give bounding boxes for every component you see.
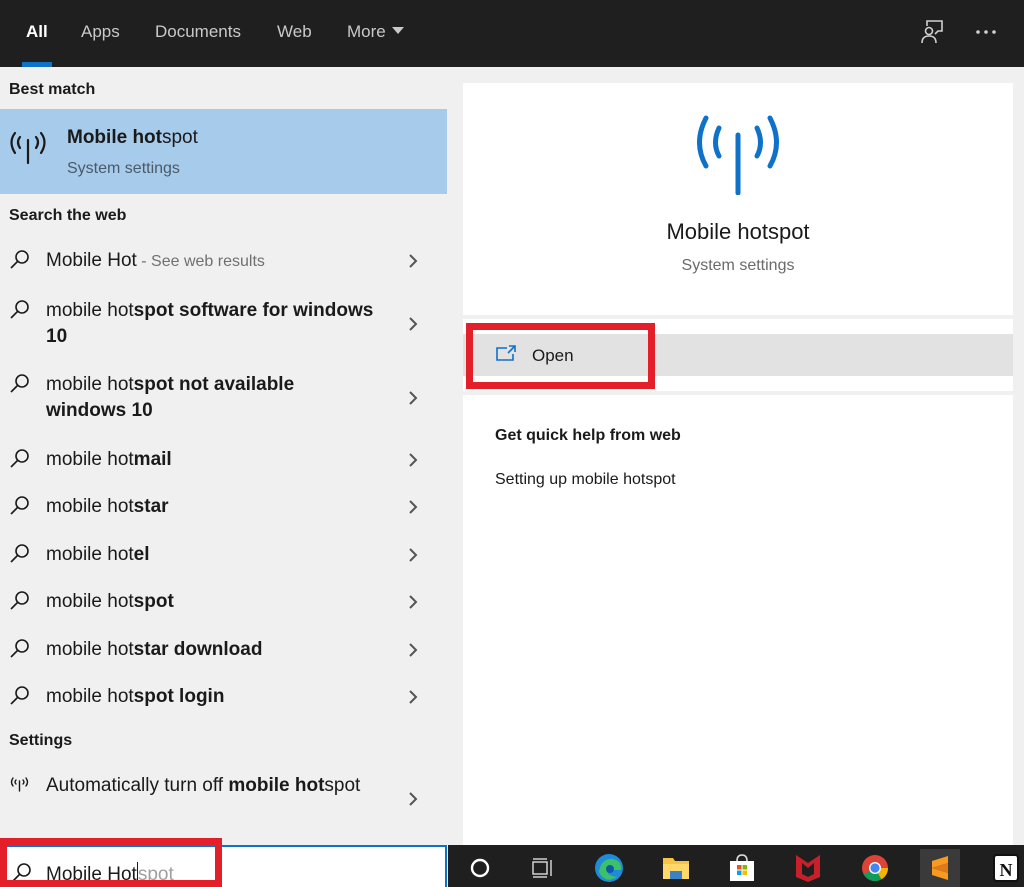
- web-result-item[interactable]: mobile hotstar download: [0, 637, 447, 667]
- web-result-item[interactable]: mobile hotspot: [0, 589, 447, 619]
- chevron-right-icon: [406, 497, 420, 517]
- settings-heading: Settings: [9, 732, 73, 749]
- feedback-icon[interactable]: [917, 18, 947, 48]
- preview-subtitle: System settings: [681, 257, 795, 274]
- chevron-right-icon: [406, 388, 420, 408]
- quick-help-section: Get quick help from web Setting up mobil…: [463, 395, 1013, 845]
- web-result-label: mobile hotspot not available windows 10: [46, 374, 295, 421]
- web-result-item[interactable]: mobile hotstar: [0, 494, 447, 524]
- web-result-label: mobile hotstar: [46, 496, 169, 517]
- web-result-item[interactable]: mobile hotspot not available windows 10: [0, 372, 447, 428]
- tab-label: Web: [277, 22, 312, 41]
- edge-icon[interactable]: [589, 849, 629, 887]
- chevron-right-icon: [406, 545, 420, 565]
- web-result-item[interactable]: Mobile Hot - See web results: [0, 248, 447, 278]
- search-icon: [10, 861, 34, 885]
- search-query: Mobile Hotspot: [46, 862, 174, 885]
- web-result-item[interactable]: mobile hotmail: [0, 447, 447, 477]
- open-external-icon: [495, 344, 517, 367]
- preview-title: Mobile hotspot: [666, 219, 810, 244]
- help-link[interactable]: Setting up mobile hotspot: [495, 471, 676, 489]
- settings-result-label: Automatically turn off mobile hotspot: [46, 775, 361, 796]
- chrome-icon[interactable]: [855, 849, 895, 887]
- settings-result-item[interactable]: Automatically turn off mobile hotspot: [0, 773, 447, 829]
- task-view-icon[interactable]: [522, 849, 562, 887]
- hotspot-icon: [6, 127, 50, 172]
- web-result-label: mobile hotspot login: [46, 686, 225, 707]
- hotspot-large-icon: [693, 113, 783, 200]
- tab-web[interactable]: Web: [277, 0, 312, 67]
- web-result-item[interactable]: mobile hotel: [0, 542, 447, 572]
- web-result-label: mobile hotstar download: [46, 639, 263, 660]
- best-match-subtitle: System settings: [67, 160, 180, 177]
- best-match-title: Mobile hotspot: [67, 127, 198, 148]
- tab-all[interactable]: All: [22, 0, 52, 67]
- web-result-label: mobile hotmail: [46, 449, 172, 470]
- search-icon: [8, 447, 32, 471]
- taskbar: N: [448, 845, 1024, 887]
- web-result-item[interactable]: mobile hotspot login: [0, 684, 447, 714]
- more-options-icon[interactable]: [972, 18, 1002, 48]
- chevron-right-icon: [406, 592, 420, 612]
- tab-label: Documents: [155, 22, 241, 41]
- search-icon: [8, 589, 32, 613]
- web-result-label: Mobile Hot - See web results: [46, 250, 265, 271]
- preview-card: Mobile hotspot System settings: [463, 83, 1013, 315]
- mcafee-icon[interactable]: [788, 849, 828, 887]
- best-match-item[interactable]: Mobile hotspot System settings: [0, 109, 447, 194]
- preview-actions: Open: [463, 319, 1013, 391]
- caret-down-icon: [391, 27, 404, 35]
- notion-icon[interactable]: N: [986, 849, 1024, 887]
- search-icon: [8, 637, 32, 661]
- svg-text:N: N: [1000, 860, 1013, 880]
- microsoft-store-icon[interactable]: [722, 849, 762, 887]
- tab-label: All: [26, 22, 48, 41]
- tab-label: Apps: [81, 22, 120, 41]
- sublime-text-icon[interactable]: [920, 849, 960, 887]
- file-explorer-icon[interactable]: [656, 849, 696, 887]
- search-icon: [8, 298, 32, 322]
- hotspot-icon: [8, 775, 32, 799]
- chevron-right-icon: [406, 314, 420, 334]
- open-label: Open: [532, 346, 574, 365]
- tab-more[interactable]: More: [347, 0, 404, 67]
- search-icon: [8, 542, 32, 566]
- results-list: Best match Mobile hotspot System setting…: [0, 67, 448, 845]
- open-button[interactable]: Open: [463, 334, 1013, 376]
- search-web-heading: Search the web: [9, 207, 127, 224]
- chevron-right-icon: [406, 789, 420, 809]
- search-input[interactable]: Mobile Hotspot: [0, 845, 447, 887]
- chevron-right-icon: [406, 251, 420, 271]
- cortana-icon[interactable]: [460, 849, 500, 887]
- search-icon: [8, 248, 32, 272]
- chevron-right-icon: [406, 687, 420, 707]
- tab-apps[interactable]: Apps: [81, 0, 120, 67]
- tab-label: More: [347, 22, 386, 41]
- autocomplete-suggestion: spot: [137, 864, 174, 885]
- chevron-right-icon: [406, 640, 420, 660]
- best-match-heading: Best match: [9, 81, 96, 98]
- quick-help-heading: Get quick help from web: [495, 427, 681, 444]
- search-icon: [8, 372, 32, 396]
- search-icon: [8, 494, 32, 518]
- tab-documents[interactable]: Documents: [155, 0, 241, 67]
- web-result-label: mobile hotspot software for windows 10: [46, 300, 374, 347]
- search-filter-bar: All Apps Documents Web More: [0, 0, 1024, 67]
- web-result-label: mobile hotspot: [46, 591, 174, 612]
- search-icon: [8, 684, 32, 708]
- web-result-item[interactable]: mobile hotspot software for windows 10: [0, 298, 447, 354]
- chevron-right-icon: [406, 450, 420, 470]
- web-result-label: mobile hotel: [46, 544, 150, 565]
